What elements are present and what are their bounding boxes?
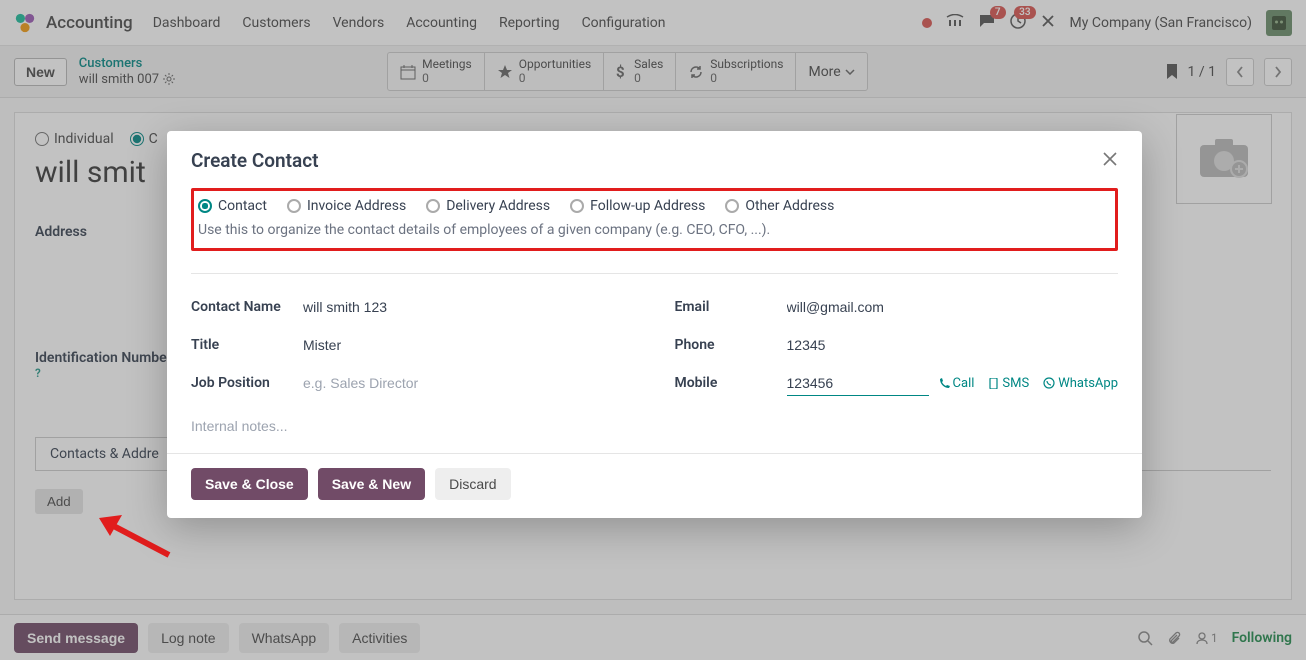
field-label: Email bbox=[675, 299, 787, 315]
sms-link[interactable]: SMS bbox=[988, 376, 1029, 391]
field-contact-name: Contact Name bbox=[191, 288, 635, 326]
type-invoice[interactable]: Invoice Address bbox=[287, 198, 406, 214]
job-position-input[interactable] bbox=[303, 371, 635, 395]
type-label: Delivery Address bbox=[446, 198, 550, 214]
close-icon bbox=[1102, 151, 1118, 167]
field-label: Job Position bbox=[191, 375, 303, 391]
fields-right: Email Phone Mobile Call SMS WhatsApp bbox=[675, 288, 1119, 402]
notes-input[interactable] bbox=[191, 418, 1118, 434]
type-contact[interactable]: Contact bbox=[198, 198, 267, 214]
fields-left: Contact Name Title Job Position bbox=[191, 288, 635, 402]
mobile-actions: Call SMS WhatsApp bbox=[939, 376, 1118, 391]
contact-name-input[interactable] bbox=[303, 295, 635, 319]
modal-title: Create Contact bbox=[191, 149, 319, 172]
field-phone: Phone bbox=[675, 326, 1119, 364]
save-close-button[interactable]: Save & Close bbox=[191, 468, 308, 500]
phone-input[interactable] bbox=[787, 333, 1119, 357]
field-label: Phone bbox=[675, 337, 787, 353]
field-label: Title bbox=[191, 337, 303, 353]
type-label: Contact bbox=[218, 198, 267, 214]
field-notes bbox=[191, 418, 1118, 435]
field-title: Title bbox=[191, 326, 635, 364]
action-label: WhatsApp bbox=[1058, 376, 1118, 391]
mobile-input[interactable] bbox=[787, 371, 929, 396]
radio-icon bbox=[426, 199, 440, 213]
save-new-button[interactable]: Save & New bbox=[318, 468, 425, 500]
email-input[interactable] bbox=[787, 295, 1119, 319]
title-input[interactable] bbox=[303, 333, 635, 357]
sms-icon bbox=[988, 378, 999, 389]
field-label: Mobile bbox=[675, 375, 787, 391]
type-label: Follow-up Address bbox=[590, 198, 705, 214]
modal-body: Contact Invoice Address Delivery Address… bbox=[167, 182, 1142, 453]
action-label: SMS bbox=[1002, 376, 1029, 391]
radio-icon bbox=[198, 199, 212, 213]
radio-icon bbox=[287, 199, 301, 213]
discard-button[interactable]: Discard bbox=[435, 468, 510, 500]
type-hint: Use this to organize the contact details… bbox=[198, 222, 1111, 238]
type-delivery[interactable]: Delivery Address bbox=[426, 198, 550, 214]
contact-type-group: Contact Invoice Address Delivery Address… bbox=[191, 188, 1118, 251]
radio-icon bbox=[725, 199, 739, 213]
create-contact-modal: Create Contact Contact Invoice Address D… bbox=[167, 131, 1142, 518]
modal-footer: Save & Close Save & New Discard bbox=[167, 453, 1142, 518]
phone-icon bbox=[939, 378, 950, 389]
type-label: Invoice Address bbox=[307, 198, 406, 214]
field-job-position: Job Position bbox=[191, 364, 635, 402]
type-other[interactable]: Other Address bbox=[725, 198, 834, 214]
type-followup[interactable]: Follow-up Address bbox=[570, 198, 705, 214]
call-link[interactable]: Call bbox=[939, 376, 975, 391]
modal-close-button[interactable] bbox=[1102, 151, 1118, 171]
whatsapp-icon bbox=[1043, 377, 1055, 389]
fields-grid: Contact Name Title Job Position Email bbox=[191, 273, 1118, 402]
modal-header: Create Contact bbox=[167, 131, 1142, 182]
field-label: Contact Name bbox=[191, 299, 303, 315]
radio-icon bbox=[570, 199, 584, 213]
field-mobile: Mobile Call SMS WhatsApp bbox=[675, 364, 1119, 402]
field-email: Email bbox=[675, 288, 1119, 326]
whatsapp-link[interactable]: WhatsApp bbox=[1043, 376, 1118, 391]
type-label: Other Address bbox=[745, 198, 834, 214]
action-label: Call bbox=[953, 376, 975, 391]
